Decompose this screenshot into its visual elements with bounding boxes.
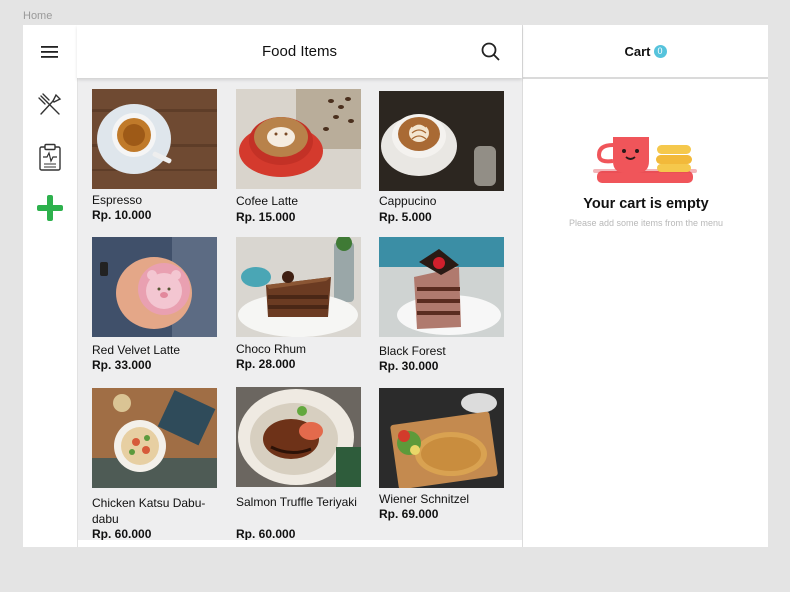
search-icon bbox=[481, 42, 500, 61]
food-name: Espresso bbox=[92, 193, 143, 207]
food-card-cappucino[interactable]: Cappucino Rp. 5.000 bbox=[379, 91, 506, 224]
cart-empty-title: Your cart is empty bbox=[583, 196, 709, 212]
cart-panel: Your cart is empty Please add some items… bbox=[522, 79, 768, 547]
food-name: Salmon Truffle Teriyaki bbox=[236, 495, 357, 509]
food-price: Rp. 60.000 bbox=[236, 527, 296, 541]
food-price: Rp. 30.000 bbox=[379, 359, 439, 373]
food-photo bbox=[379, 388, 504, 488]
search-button[interactable] bbox=[480, 41, 502, 63]
grid-footer bbox=[78, 540, 522, 547]
header-bar: Food Items bbox=[77, 25, 522, 78]
food-photo bbox=[92, 89, 217, 189]
food-name: Cappucino bbox=[379, 194, 437, 208]
food-photo bbox=[379, 237, 504, 337]
food-name: Choco Rhum bbox=[236, 342, 307, 356]
food-price: Rp. 10.000 bbox=[92, 208, 152, 222]
food-photo bbox=[236, 387, 361, 487]
sidebar bbox=[23, 78, 78, 547]
food-name: Wiener Schnitzel bbox=[379, 492, 470, 506]
sidebar-item-food[interactable] bbox=[35, 90, 65, 120]
plus-icon bbox=[37, 195, 63, 221]
food-price: Rp. 5.000 bbox=[379, 210, 432, 224]
sidebar-item-orders[interactable] bbox=[35, 142, 65, 172]
cart-empty-subtitle: Please add some items from the menu bbox=[568, 218, 724, 228]
food-name: Chicken Katsu Dabu-dabu bbox=[92, 496, 206, 526]
food-card-salmon-truffle[interactable]: Salmon Truffle Teriyaki Rp. 60.000 bbox=[236, 387, 363, 541]
food-photo bbox=[92, 237, 217, 337]
food-name: Black Forest bbox=[379, 344, 446, 358]
food-name: Red Velvet Latte bbox=[92, 343, 181, 357]
food-photo bbox=[92, 388, 217, 488]
food-photo bbox=[236, 237, 361, 337]
cart-count-badge: 0 bbox=[653, 44, 667, 58]
breadcrumb[interactable]: Home bbox=[23, 10, 52, 22]
food-card-espresso[interactable]: Espresso Rp. 10.000 bbox=[92, 89, 219, 222]
food-card-chicken-katsu[interactable]: Chicken Katsu Dabu-dabu Rp. 60.000 bbox=[92, 388, 219, 541]
food-price: Rp. 28.000 bbox=[236, 357, 296, 371]
clipboard-icon bbox=[39, 143, 61, 171]
cart-label: Cart bbox=[624, 43, 651, 59]
menu-button[interactable] bbox=[23, 25, 77, 78]
food-photo bbox=[236, 89, 361, 189]
hamburger-icon bbox=[41, 45, 58, 58]
food-name: Cofee Latte bbox=[236, 194, 299, 208]
food-card-wiener-schnitzel[interactable]: Wiener Schnitzel Rp. 69.000 bbox=[379, 388, 506, 521]
sidebar-item-add[interactable] bbox=[35, 193, 65, 223]
food-photo bbox=[379, 91, 504, 191]
food-grid: Espresso Rp. 10.000 Cofee Latte Rp. 15.0… bbox=[78, 78, 522, 541]
app-window: Food Items Cart 0 Espresso Rp. 10.000 Co… bbox=[23, 25, 768, 547]
page-title: Food Items bbox=[261, 43, 338, 60]
utensils-icon bbox=[38, 93, 62, 115]
food-card-black-forest[interactable]: Black Forest Rp. 30.000 bbox=[379, 237, 506, 373]
food-price: Rp. 33.000 bbox=[92, 358, 152, 372]
food-card-red-velvet-latte[interactable]: Red Velvet Latte Rp. 33.000 bbox=[92, 237, 219, 372]
food-price: Rp. 15.000 bbox=[236, 210, 296, 224]
empty-cart-illustration bbox=[593, 135, 697, 192]
food-price: Rp. 69.000 bbox=[379, 507, 439, 521]
food-price: Rp. 60.000 bbox=[92, 527, 152, 541]
food-card-cofee-latte[interactable]: Cofee Latte Rp. 15.000 bbox=[236, 89, 363, 224]
food-card-choco-rhum[interactable]: Choco Rhum Rp. 28.000 bbox=[236, 237, 363, 371]
cart-header: Cart 0 bbox=[522, 25, 768, 79]
